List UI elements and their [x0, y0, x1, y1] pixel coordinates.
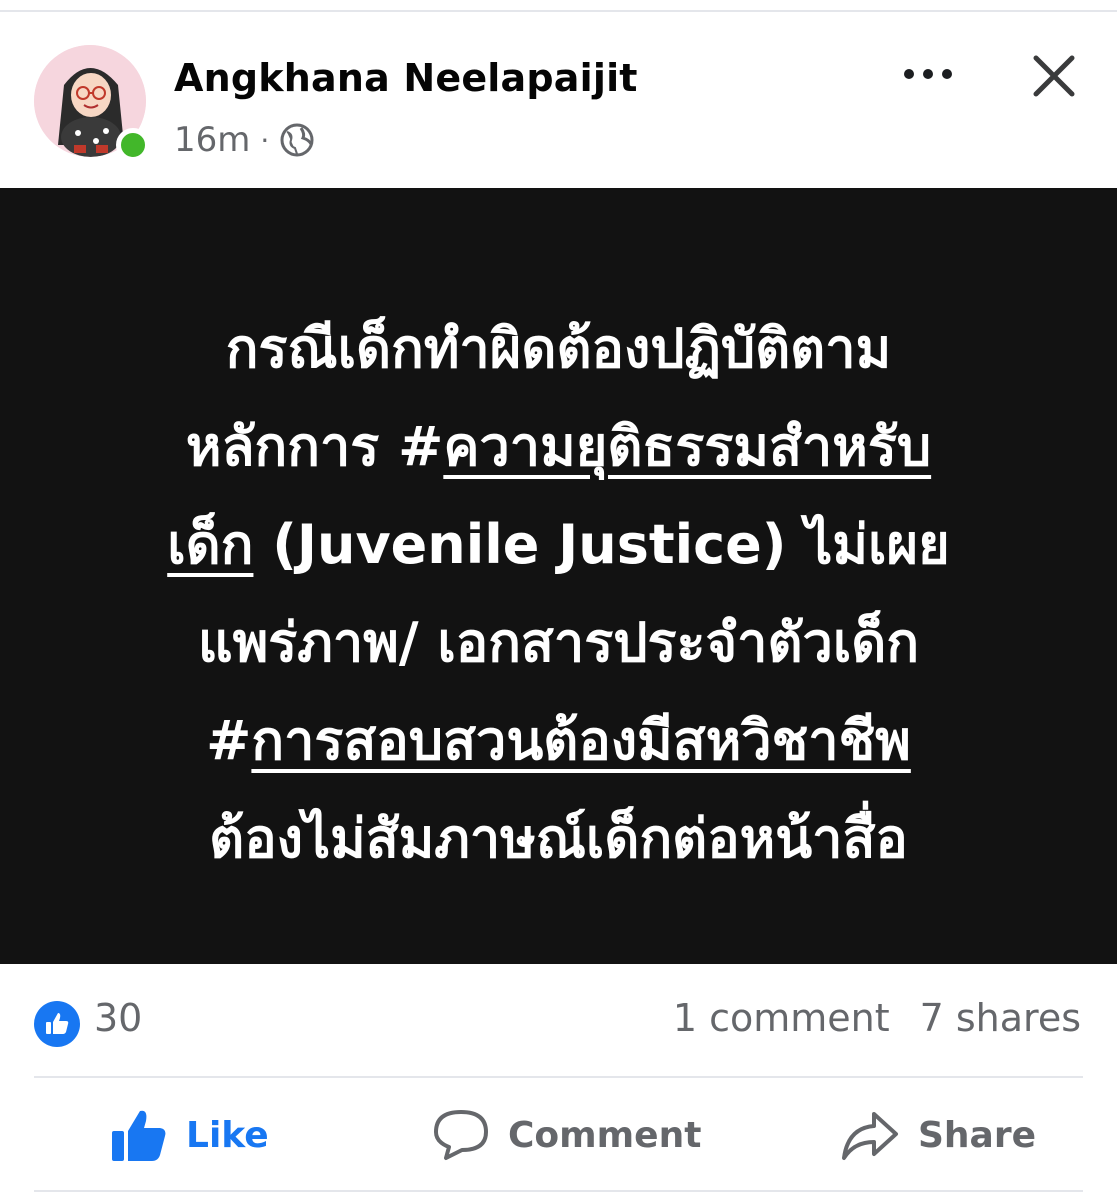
- image-text-line-6: ต้องไม่สัมภาษณ์เด็กต่อหน้าสื่อ: [209, 807, 908, 870]
- stats-divider: [34, 1076, 1083, 1078]
- image-text-line-1: กรณีเด็กทำผิดต้องปฏิบัติตาม: [225, 317, 892, 380]
- thumbs-up-icon: [46, 1013, 69, 1034]
- close-icon: [1033, 55, 1075, 97]
- share-count[interactable]: 7 shares: [920, 996, 1081, 1040]
- comment-count[interactable]: 1 comment: [673, 996, 890, 1040]
- like-label: Like: [186, 1114, 269, 1156]
- image-text-line-4: แพร่ภาพ/ เอกสารประจำตัวเด็ก: [197, 611, 920, 674]
- hashtag-symbol: #: [206, 709, 252, 772]
- share-arrow-icon: [842, 1112, 898, 1160]
- post-image-text: กรณีเด็กทำผิดต้องปฏิบัติตาม หลักการ #ควา…: [0, 300, 1117, 888]
- hashtag-symbol: #: [398, 415, 444, 478]
- share-button[interactable]: Share: [840, 1100, 1036, 1170]
- image-text-line-3: เด็ก (Juvenile Justice) ไม่เผย: [0, 496, 1117, 594]
- image-text-line-5: #การสอบสวนต้องมีสหวิชาชีพ: [0, 692, 1117, 790]
- hashtag-juvenile-justice[interactable]: ความยุติธรรมสำหรับ: [443, 415, 931, 478]
- like-button[interactable]: Like: [110, 1100, 269, 1170]
- close-button[interactable]: [1026, 48, 1082, 104]
- like-count[interactable]: 30: [94, 996, 142, 1040]
- image-text-rest: (Juvenile Justice) ไม่เผย: [253, 513, 950, 576]
- image-text-prefix: หลักการ: [185, 415, 399, 478]
- post-header: Angkhana Neelapaijit 16m ·: [0, 0, 1117, 188]
- thumbs-up-icon: [112, 1110, 166, 1161]
- comment-bubble-icon: [434, 1110, 488, 1160]
- more-options-button[interactable]: [896, 52, 960, 96]
- post-meta: 16m ·: [174, 118, 315, 162]
- comment-label: Comment: [508, 1114, 702, 1156]
- author-name[interactable]: Angkhana Neelapaijit: [174, 56, 638, 100]
- globe-icon[interactable]: [279, 122, 315, 158]
- bottom-divider: [34, 1190, 1083, 1192]
- engagement-stats: 1 comment 7 shares: [673, 996, 1081, 1040]
- hashtag-multidisciplinary[interactable]: การสอบสวนต้องมีสหวิชาชีพ: [251, 709, 910, 772]
- post-timestamp[interactable]: 16m: [174, 120, 250, 160]
- more-dots-icon: [904, 69, 952, 79]
- hashtag-juvenile-justice-cont[interactable]: เด็ก: [167, 513, 253, 576]
- like-reaction-badge[interactable]: [34, 1001, 80, 1047]
- meta-separator: ·: [260, 123, 270, 157]
- image-text-line-2: หลักการ #ความยุติธรรมสำหรับ: [0, 398, 1117, 496]
- online-status-indicator: [116, 128, 150, 162]
- comment-button[interactable]: Comment: [432, 1100, 701, 1170]
- share-label: Share: [918, 1114, 1037, 1156]
